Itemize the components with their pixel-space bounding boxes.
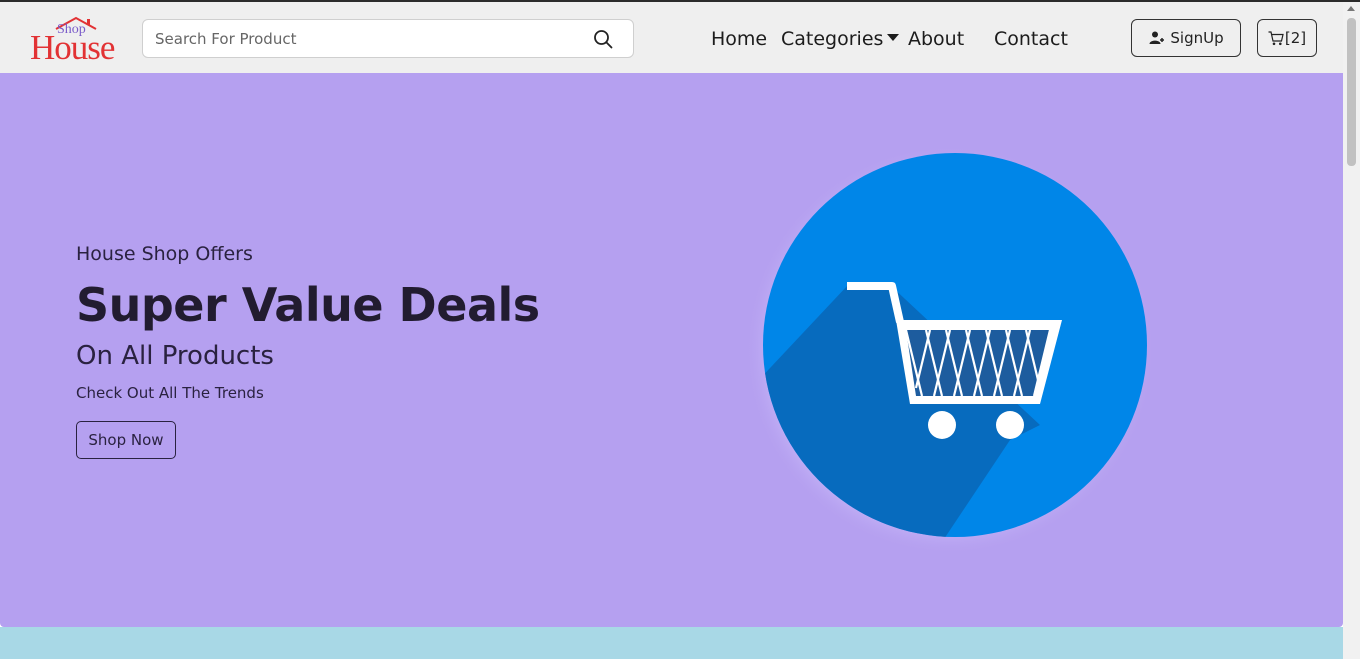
scrollbar-thumb[interactable] — [1347, 18, 1356, 166]
vertical-scrollbar[interactable] — [1343, 2, 1360, 659]
cart-count: [2] — [1284, 29, 1307, 47]
nav-categories-dropdown[interactable]: Categories — [781, 28, 900, 50]
brand-logo[interactable]: Shop House — [28, 16, 128, 67]
nav-about[interactable]: About — [908, 28, 964, 50]
logo-house-text: House — [30, 28, 115, 67]
hero-subtitle: On All Products — [76, 341, 274, 371]
nav-categories-label: Categories — [781, 28, 884, 50]
hero-description: Check Out All The Trends — [76, 384, 264, 402]
search-bar — [142, 19, 634, 58]
next-section — [0, 627, 1343, 659]
nav-contact[interactable]: Contact — [994, 28, 1068, 50]
signup-button[interactable]: SignUp — [1131, 19, 1241, 57]
search-input[interactable] — [143, 20, 583, 57]
scroll-up-arrow-icon[interactable] — [1347, 6, 1355, 11]
cart-button[interactable]: [2] — [1257, 19, 1317, 57]
user-plus-icon — [1149, 31, 1165, 44]
signup-label: SignUp — [1170, 29, 1224, 47]
hero-title: Super Value Deals — [76, 278, 540, 332]
navbar: Shop House Home Categories About Contact… — [0, 2, 1343, 73]
nav-home[interactable]: Home — [711, 28, 767, 50]
hero-eyebrow: House Shop Offers — [76, 243, 253, 265]
cart-icon — [1268, 30, 1284, 45]
search-icon[interactable] — [593, 29, 613, 49]
caret-down-icon — [887, 34, 900, 41]
shopping-cart-illustration — [745, 145, 1155, 555]
shop-now-button[interactable]: Shop Now — [76, 421, 176, 459]
